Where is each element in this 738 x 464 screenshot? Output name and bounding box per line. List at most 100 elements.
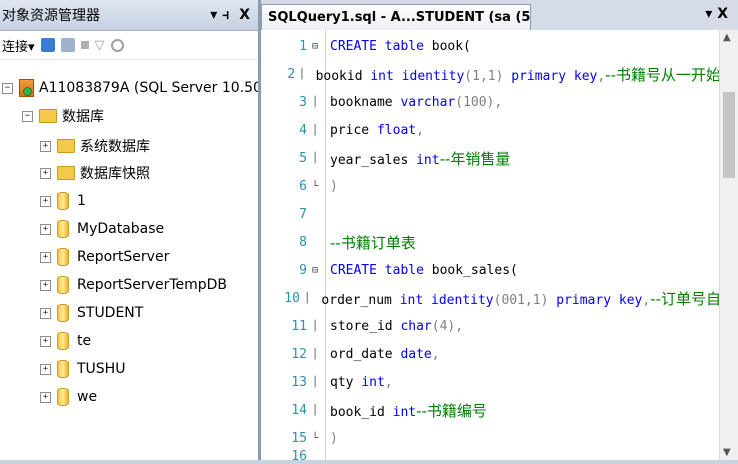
code-text: bookname bbox=[330, 94, 401, 110]
database-icon bbox=[57, 388, 69, 406]
fold-line: │ bbox=[298, 68, 305, 80]
refresh-icon[interactable] bbox=[110, 38, 124, 52]
tree-node-we[interactable]: + we bbox=[40, 386, 97, 408]
expand-icon[interactable]: + bbox=[40, 251, 51, 263]
pin-icon[interactable]: ▾ ⫞ bbox=[210, 7, 229, 23]
fold-line: │ bbox=[311, 124, 319, 136]
code-text: , bbox=[431, 346, 440, 362]
collapse-icon[interactable]: − bbox=[22, 110, 33, 122]
expand-icon[interactable]: + bbox=[40, 140, 51, 152]
expand-icon[interactable]: + bbox=[40, 363, 51, 375]
line-number: 11 bbox=[291, 318, 307, 334]
stop-icon[interactable] bbox=[80, 41, 89, 49]
expand-icon[interactable]: + bbox=[40, 223, 51, 235]
fold-icon[interactable]: ⊟ bbox=[310, 41, 320, 52]
database-icon bbox=[57, 192, 69, 210]
database-icon bbox=[57, 248, 69, 266]
code-line[interactable]: 9 ⊟ CREATE table book_sales( bbox=[261, 256, 721, 284]
fold-line: │ bbox=[311, 320, 319, 332]
code-text: ord_date bbox=[330, 346, 401, 362]
keyword: int bbox=[392, 404, 417, 420]
folder-icon bbox=[57, 166, 75, 180]
code-line[interactable]: 6 └ ) bbox=[261, 172, 721, 200]
code-text: order_num bbox=[321, 292, 400, 308]
keyword: varchar bbox=[400, 94, 456, 110]
expand-icon[interactable]: + bbox=[40, 307, 51, 319]
code-line[interactable]: 11 │ store_id char(4), bbox=[261, 312, 721, 340]
tree-node-snapshots[interactable]: + 数据库快照 bbox=[40, 162, 150, 184]
fold-icon[interactable]: ⊟ bbox=[310, 265, 320, 276]
tab-menu-buttons[interactable]: ▾ X bbox=[705, 6, 728, 22]
line-number: 14 bbox=[291, 402, 307, 418]
code-text: ) bbox=[330, 178, 338, 194]
code-line[interactable]: 2 │ bookid int identity(1,1) primary key… bbox=[261, 60, 721, 88]
fold-line: │ bbox=[311, 404, 319, 416]
line-number: 4 bbox=[299, 122, 307, 138]
database-icon bbox=[57, 360, 69, 378]
tree-node-te[interactable]: + te bbox=[40, 330, 91, 352]
object-explorer-panel: 对象资源管理器 ▾ ⫞ X 连接▾ ▽ − A11083879A (SQL Se… bbox=[0, 0, 332, 460]
code-text: qty bbox=[330, 374, 362, 390]
code-line[interactable]: 14 │ book_id int--书籍编号 bbox=[261, 396, 721, 424]
tree-node-tushu[interactable]: + TUSHU bbox=[40, 358, 125, 380]
filter-icon[interactable]: ▽ bbox=[95, 38, 105, 53]
expand-icon[interactable]: + bbox=[40, 391, 51, 403]
code-line[interactable]: 8 --书籍订单表 bbox=[261, 228, 721, 256]
scroll-up-icon[interactable]: ▲ bbox=[723, 32, 731, 43]
code-text: (4), bbox=[431, 318, 464, 334]
vertical-scrollbar[interactable]: ▲ ▼ bbox=[719, 30, 738, 460]
object-explorer-title: 对象资源管理器 bbox=[2, 8, 100, 24]
connect-icon[interactable] bbox=[40, 38, 55, 52]
code-text: , bbox=[642, 292, 651, 308]
code-editor[interactable]: 1 ⊟ CREATE table book( 2 │ bookid int id… bbox=[261, 30, 738, 464]
tree-node-reportserver[interactable]: + ReportServer bbox=[40, 246, 169, 268]
query-editor-panel: SQLQuery1.sql - A...STUDENT (sa (53))* ▾… bbox=[261, 0, 738, 464]
line-number: 9 bbox=[299, 262, 307, 278]
tree-node-mydatabase[interactable]: + MyDatabase bbox=[40, 218, 164, 240]
scrollbar-thumb[interactable] bbox=[723, 92, 735, 178]
code-line[interactable]: 12 │ ord_date date, bbox=[261, 340, 721, 368]
code-line[interactable]: 5 │ year_sales int--年销售量 bbox=[261, 144, 721, 172]
connect-button[interactable]: 连接▾ bbox=[2, 36, 35, 55]
line-number: 6 bbox=[299, 178, 307, 194]
object-explorer-titlebar: 对象资源管理器 ▾ ⫞ X bbox=[0, 0, 258, 31]
tree-node-db-1[interactable]: + 1 bbox=[40, 190, 86, 212]
code-line[interactable]: 13 │ qty int, bbox=[261, 368, 721, 396]
tree-node-system-databases[interactable]: + 系统数据库 bbox=[40, 135, 150, 157]
keyword: primary key bbox=[556, 292, 643, 308]
code-line[interactable]: 16 bbox=[261, 448, 721, 464]
expand-icon[interactable]: + bbox=[40, 167, 51, 179]
fold-line: │ bbox=[311, 348, 319, 360]
scroll-down-icon[interactable]: ▼ bbox=[723, 447, 731, 458]
line-number: 5 bbox=[299, 150, 307, 166]
line-number: 15 bbox=[291, 430, 307, 446]
tree-node-reportservertempdb[interactable]: + ReportServerTempDB bbox=[40, 274, 227, 296]
tree-node-label: we bbox=[77, 389, 98, 405]
code-line[interactable]: 3 │ bookname varchar(100), bbox=[261, 88, 721, 116]
expand-icon[interactable]: + bbox=[40, 195, 51, 207]
code-text: year_sales bbox=[330, 152, 417, 168]
disconnect-icon[interactable] bbox=[60, 38, 75, 52]
expand-icon[interactable]: + bbox=[40, 335, 51, 347]
tree-node-student[interactable]: + STUDENT bbox=[40, 302, 143, 324]
code-line[interactable]: 7 bbox=[261, 200, 721, 228]
keyword: primary key bbox=[511, 68, 598, 84]
expand-icon[interactable]: + bbox=[40, 279, 51, 291]
code-text: , bbox=[416, 122, 424, 138]
line-number: 1 bbox=[299, 38, 307, 54]
fold-line: │ bbox=[311, 96, 319, 108]
tab-sqlquery1[interactable]: SQLQuery1.sql - A...STUDENT (sa (53))* bbox=[261, 4, 531, 30]
tree-node-databases[interactable]: − 数据库 bbox=[22, 105, 104, 127]
collapse-icon[interactable]: − bbox=[2, 82, 13, 94]
code-line[interactable]: 4 │ price float, bbox=[261, 116, 721, 144]
code-text: (100), bbox=[455, 94, 503, 110]
code-line[interactable]: 10 │ order_num int identity(001,1) prima… bbox=[261, 284, 721, 312]
code-line[interactable]: 1 ⊟ CREATE table book( bbox=[261, 32, 721, 60]
code-text: book_id bbox=[330, 404, 393, 420]
code-text: book( bbox=[423, 38, 471, 54]
line-number: 12 bbox=[291, 346, 307, 362]
line-number: 2 bbox=[287, 66, 296, 82]
line-number: 7 bbox=[299, 206, 307, 222]
close-icon[interactable]: X bbox=[239, 7, 250, 23]
tree-node-label: TUSHU bbox=[77, 361, 126, 377]
